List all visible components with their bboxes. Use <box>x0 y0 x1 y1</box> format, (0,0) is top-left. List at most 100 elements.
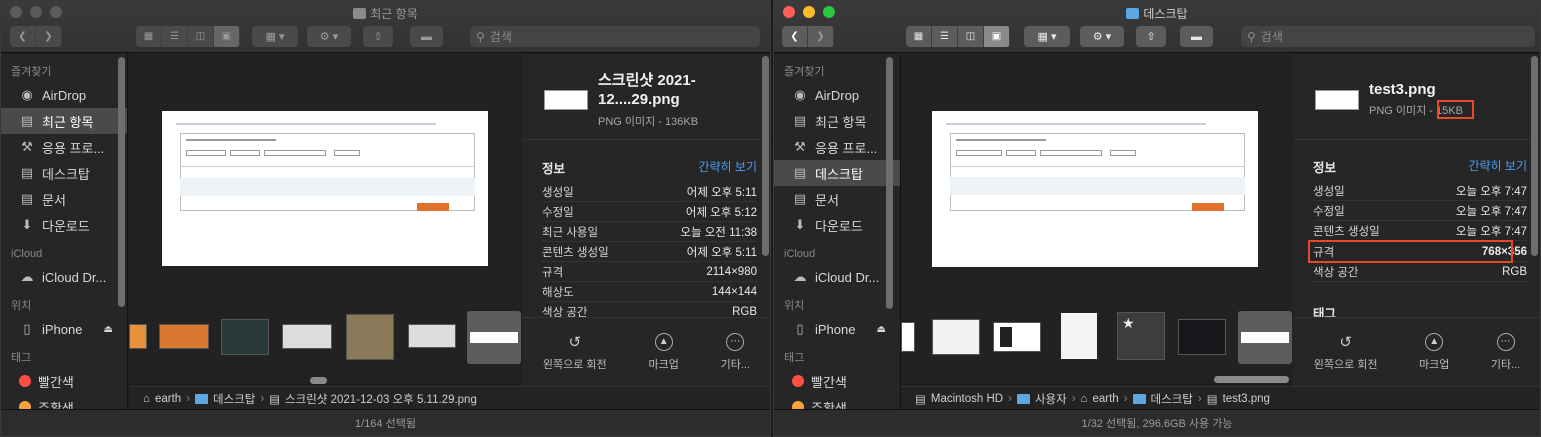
sidebar-tag-red[interactable]: 빨간색 <box>774 368 900 394</box>
sidebar-item-recents[interactable]: ▤ 최근 항목 <box>1 108 127 134</box>
hard-drive-icon: ▤ <box>915 394 926 406</box>
sidebar-scrollbar[interactable] <box>886 57 893 309</box>
sidebar-item-label: 문서 <box>815 192 839 208</box>
sidebar-item-label: iCloud Dr... <box>42 269 107 285</box>
thumbnail[interactable] <box>159 324 209 349</box>
more-button[interactable]: ⋯ 기타... <box>721 332 750 372</box>
path-item[interactable]: earth <box>155 393 181 405</box>
path-item[interactable]: 데스크탑 <box>1151 391 1193 407</box>
path-bar: ⌂ earth › 데스크탑 › ▤ 스크린샷 2021-12-03 오후 5.11.2… <box>129 386 770 411</box>
thumbnail[interactable] <box>408 324 456 348</box>
path-item[interactable]: Macintosh HD <box>931 393 1003 405</box>
thumbnail[interactable] <box>1178 319 1226 355</box>
horizontal-scrollbar[interactable] <box>1214 376 1289 383</box>
file-kind: PNG 이미지 - 136KB <box>598 116 699 128</box>
sidebar-item-desktop[interactable]: ▤ 데스크탑 <box>1 160 127 186</box>
sidebar-item-recents[interactable]: ▤ 최근 항목 <box>774 108 900 134</box>
sidebar-item-iphone[interactable]: ▯ iPhone ⏏ <box>1 316 127 342</box>
sidebar-item-airdrop[interactable]: ◉ AirDrop <box>774 82 900 108</box>
gallery-view-button[interactable]: ▣ <box>214 26 240 47</box>
icon-view-button[interactable]: ▦ <box>136 26 162 47</box>
eject-icon[interactable]: ⏏ <box>877 324 886 335</box>
share-button[interactable]: ⇧ <box>1136 26 1166 47</box>
info-panel: test3.png PNG 이미지 - 15KB 정보 간략히 보기 생성일 오늘 … <box>1293 54 1540 317</box>
markup-button[interactable]: ▲ 마크업 <box>648 332 679 372</box>
action-label: 왼쪽으로 회전 <box>542 358 607 371</box>
thumbnail[interactable] <box>221 319 269 355</box>
sidebar-tag-orange[interactable]: 주황색 <box>774 394 900 409</box>
show-less-link[interactable]: 간략히 보기 <box>698 158 757 177</box>
path-item[interactable]: earth <box>1092 393 1118 405</box>
title-bar: 데스크탑 ❮ ❯ ▦ ☰ ◫ ▣ ▦ ▾ ⚙ ▾ ⇧ ▬ ⚲ 검색 <box>774 1 1540 53</box>
back-button[interactable]: ❮ <box>782 26 808 47</box>
show-less-link[interactable]: 간략히 보기 <box>1468 157 1527 176</box>
thumbnail[interactable] <box>1061 313 1097 359</box>
tag-button[interactable]: ▬ <box>1180 26 1213 47</box>
metadata-key: 수정일 <box>1313 205 1345 218</box>
thumbnail[interactable] <box>282 324 332 349</box>
file-name: 스크린샷 2021-12....29.png <box>598 72 696 108</box>
downloads-icon: ⬇ <box>794 217 806 232</box>
thumbnail[interactable] <box>129 324 147 349</box>
path-item[interactable]: 사용자 <box>1035 391 1067 407</box>
sidebar-item-applications[interactable]: ⚒ 응용 프로... <box>1 134 127 160</box>
icon-view-button[interactable]: ▦ <box>906 26 932 47</box>
forward-button[interactable]: ❯ <box>808 26 834 47</box>
window-title-text: 최근 항목 <box>370 7 418 21</box>
column-view-button[interactable]: ◫ <box>958 26 984 47</box>
eject-icon[interactable]: ⏏ <box>104 324 113 335</box>
forward-button[interactable]: ❯ <box>36 26 62 47</box>
back-button[interactable]: ❮ <box>10 26 36 47</box>
sidebar-item-downloads[interactable]: ⬇ 다운로드 <box>1 212 127 238</box>
sidebar-item-documents[interactable]: ▤ 문서 <box>1 186 127 212</box>
gallery-view-button[interactable]: ▣ <box>984 26 1010 47</box>
info-scrollbar[interactable] <box>762 56 769 256</box>
thumbnail-selected[interactable] <box>467 311 521 364</box>
sidebar-item-icloud-drive[interactable]: ☁ iCloud Dr... <box>774 264 900 290</box>
sidebar-item-desktop[interactable]: ▤ 데스크탑 <box>774 160 900 186</box>
sidebar-item-label: AirDrop <box>815 87 860 103</box>
sidebar-item-label: iPhone <box>815 321 856 337</box>
sidebar-tag-orange[interactable]: 주황색 <box>1 394 127 409</box>
metadata-value: 오늘 오후 7:47 <box>1455 205 1527 218</box>
horizontal-scrollbar[interactable] <box>310 377 327 384</box>
action-gear-button[interactable]: ⚙ ▾ <box>307 26 351 47</box>
thumbnail[interactable] <box>932 319 980 355</box>
path-item[interactable]: 스크린샷 2021-12-03 오후 5.11.29.png <box>285 391 477 407</box>
gallery-preview <box>901 54 1293 304</box>
sidebar-item-airdrop[interactable]: ◉ AirDrop <box>1 82 127 108</box>
thumbnail[interactable] <box>346 314 394 360</box>
folder-icon <box>195 394 209 404</box>
thumbnail[interactable] <box>901 322 915 352</box>
info-scrollbar[interactable] <box>1531 56 1538 256</box>
sidebar-item-downloads[interactable]: ⬇ 다운로드 <box>774 212 900 238</box>
sidebar-tag-red[interactable]: 빨간색 <box>1 368 127 394</box>
tag-button[interactable]: ▬ <box>410 26 443 47</box>
column-view-button[interactable]: ◫ <box>188 26 214 47</box>
sidebar-header-tags: 태그 <box>784 352 805 364</box>
highlight-box-dimensions <box>1308 240 1513 263</box>
sidebar-item-icloud-drive[interactable]: ☁ iCloud Dr... <box>1 264 127 290</box>
rotate-left-button[interactable]: ↺ 왼쪽으로 회전 <box>543 333 607 372</box>
thumbnail[interactable] <box>993 322 1041 352</box>
group-button[interactable]: ▦ ▾ <box>1024 26 1070 47</box>
more-button[interactable]: ⋯ 기타... <box>1491 332 1520 372</box>
thumbnail-selected[interactable] <box>1238 311 1292 364</box>
list-view-button[interactable]: ☰ <box>932 26 958 47</box>
group-button[interactable]: ▦ ▾ <box>252 26 298 47</box>
sidebar-item-applications[interactable]: ⚒ 응용 프로... <box>774 134 900 160</box>
sidebar-scrollbar[interactable] <box>118 57 125 307</box>
sidebar-item-documents[interactable]: ▤ 문서 <box>774 186 900 212</box>
metadata-key: 콘텐츠 생성일 <box>1313 225 1380 238</box>
share-button[interactable]: ⇧ <box>363 26 393 47</box>
sidebar-item-iphone[interactable]: ▯ iPhone ⏏ <box>774 316 900 342</box>
path-item[interactable]: 데스크탑 <box>213 391 255 407</box>
action-gear-button[interactable]: ⚙ ▾ <box>1080 26 1124 47</box>
rotate-left-button[interactable]: ↺ 왼쪽으로 회전 <box>1314 333 1378 372</box>
search-field[interactable]: ⚲ 검색 <box>470 26 760 47</box>
path-item[interactable]: test3.png <box>1223 393 1270 405</box>
thumbnail[interactable]: ★ <box>1117 312 1165 360</box>
search-field[interactable]: ⚲ 검색 <box>1241 26 1535 47</box>
markup-button[interactable]: ▲ 마크업 <box>1419 332 1449 372</box>
list-view-button[interactable]: ☰ <box>162 26 188 47</box>
